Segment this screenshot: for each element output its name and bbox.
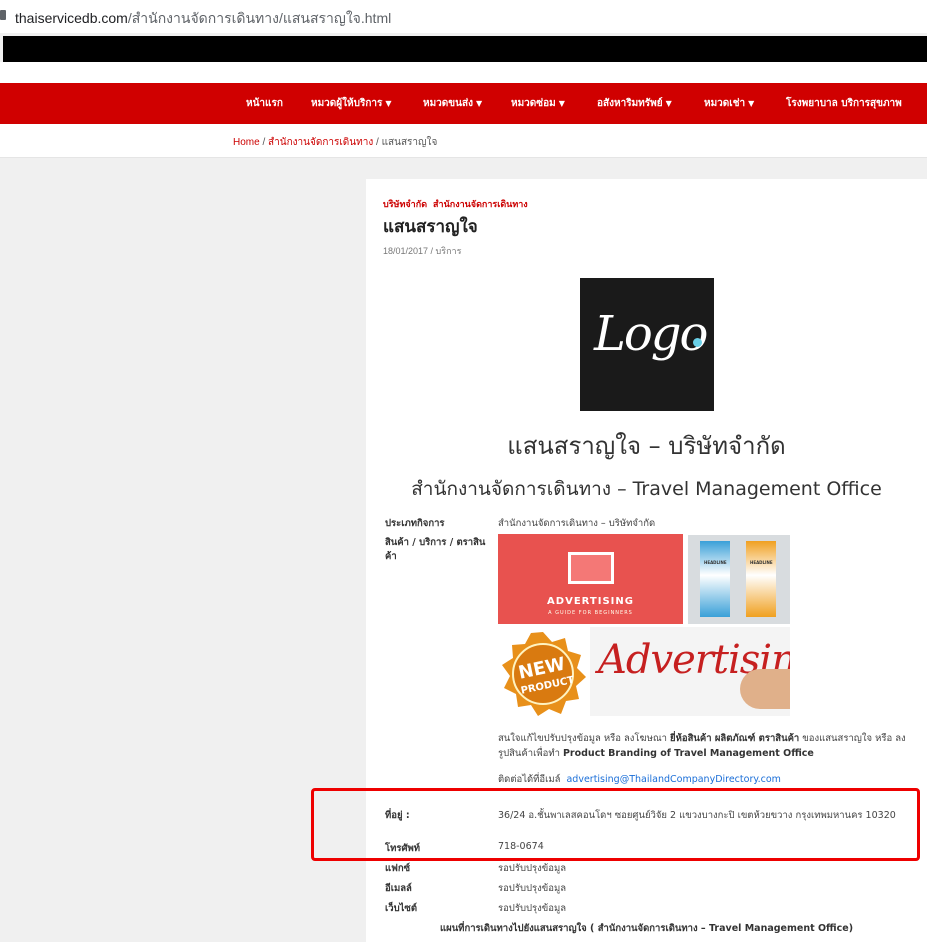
header-spacer xyxy=(0,62,927,83)
nav-item-repair[interactable]: หมวดซ่อม ▼ xyxy=(511,96,565,111)
url-text[interactable]: thaiservicedb.com/สำนักงานจัดการเดินทาง/… xyxy=(15,8,391,30)
ad-image-subcaption: A GUIDE FOR BEGINNERS xyxy=(548,610,633,616)
ad-image-caption: ADVERTISING xyxy=(547,596,634,607)
advertising-guide-image: ADVERTISING A GUIDE FOR BEGINNERS xyxy=(498,534,683,624)
company-heading: แสนสราญใจ – บริษัทจำกัด xyxy=(507,432,786,460)
caret-down-icon: ▼ xyxy=(385,99,392,108)
rollup-banner-image: HEADLINE HEADLINE xyxy=(688,535,790,624)
website-label: เว็บไซต์ xyxy=(385,903,418,914)
breadcrumb: Home / สำนักงานจัดการเดินทาง / แสนสราญใจ xyxy=(233,135,437,150)
post-meta: 18/01/2017 / บริการ xyxy=(383,246,462,256)
breadcrumb-bar: Home / สำนักงานจัดการเดินทาง / แสนสราญใจ xyxy=(0,124,927,158)
nav-item-real-estate[interactable]: อสังหาริมทรัพย์ ▼ xyxy=(597,96,672,111)
nav-item-home[interactable]: หน้าแรก xyxy=(246,96,283,111)
main-nav: หน้าแรก หมวดผู้ให้บริการ ▼ หมวดขนส่ง ▼ หมว… xyxy=(0,83,927,124)
caret-down-icon: ▼ xyxy=(558,99,565,108)
nav-item-label: หมวดขนส่ง xyxy=(423,98,473,109)
nav-item-label: โรงพยาบาล บริการสุขภาพ xyxy=(786,98,902,109)
page-title: แสนสราญใจ xyxy=(383,217,478,237)
category-link[interactable]: สำนักงานจัดการเดินทาง xyxy=(433,200,528,210)
email-value: รอปรับปรุงข้อมูล xyxy=(498,883,567,894)
contact-email-link[interactable]: advertising@ThailandCompanyDirectory.com xyxy=(566,774,780,785)
category-link[interactable]: บริษัทจำกัด xyxy=(383,200,427,210)
rollup-headline: HEADLINE xyxy=(750,560,773,565)
promo-text: สนใจแก้ไขปรับปรุงข้อมูล หรือ ลงโฆษณา xyxy=(498,733,671,744)
breadcrumb-category-link[interactable]: สำนักงานจัดการเดินทาง xyxy=(268,137,373,148)
promo-paragraph: สนใจแก้ไขปรับปรุงข้อมูล หรือ ลงโฆษณา ยี่… xyxy=(498,731,913,761)
rollup-banner-orange xyxy=(746,541,776,617)
nav-item-providers[interactable]: หมวดผู้ให้บริการ ▼ xyxy=(311,96,392,111)
map-section-title: แผนที่การเดินทางไปยังแสนสราญใจ ( สำนักงา… xyxy=(440,923,854,934)
redacted-bar xyxy=(3,36,927,62)
nav-item-transport[interactable]: หมวดขนส่ง ▼ xyxy=(423,96,482,111)
nav-item-rental[interactable]: หมวดเช่า ▼ xyxy=(704,96,754,111)
nav-item-label: หมวดเช่า xyxy=(704,98,746,109)
caret-down-icon: ▼ xyxy=(665,99,672,108)
business-type-value: สำนักงานจัดการเดินทาง – บริษัทจำกัด xyxy=(498,518,656,529)
url-domain: thaiservicedb.com xyxy=(15,10,128,26)
logo-wordmark: Logo xyxy=(594,306,708,362)
nav-item-label: หน้าแรก xyxy=(246,98,283,109)
lock-icon xyxy=(0,10,6,20)
promo-bold-text: Product Branding of Travel Management Of… xyxy=(562,748,814,759)
caret-down-icon: ▼ xyxy=(475,99,483,108)
fax-value: รอปรับปรุงข้อมูล xyxy=(498,863,567,874)
rollup-headline: HEADLINE xyxy=(704,560,727,565)
breadcrumb-home-link[interactable]: Home xyxy=(233,137,260,148)
highlight-box xyxy=(311,788,920,861)
promo-bold-text: ยี่ห้อสินค้า ผลิตภัณฑ์ ตราสินค้า xyxy=(670,733,800,744)
breadcrumb-separator: / xyxy=(376,137,379,148)
caret-down-icon: ▼ xyxy=(748,99,755,108)
hand-with-marker xyxy=(740,669,790,709)
advertising-handwriting-image: Advertising xyxy=(590,627,790,716)
contact-line: ติดต่อได้ที่อีเมล์ advertising@ThailandCo… xyxy=(498,772,781,787)
company-subheading: สำนักงานจัดการเดินทาง – Travel Managemen… xyxy=(411,478,882,500)
nav-item-label: หมวดผู้ให้บริการ xyxy=(311,98,383,109)
browser-address-bar[interactable]: thaiservicedb.com/สำนักงานจัดการเดินทาง/… xyxy=(0,0,927,33)
products-label: สินค้า / บริการ / ตราสินค้า xyxy=(385,537,486,562)
business-type-label: ประเภทกิจการ xyxy=(385,518,445,529)
nav-item-hospital[interactable]: โรงพยาบาล บริการสุขภาพ xyxy=(786,96,902,111)
megaphone-screen-icon xyxy=(568,552,614,584)
new-product-badge-image: NEW PRODUCT xyxy=(502,632,586,716)
url-path: /สำนักงานจัดการเดินทาง/แสนสราญใจ.html xyxy=(127,10,392,26)
website-value: รอปรับปรุงข้อมูล xyxy=(498,903,567,914)
breadcrumb-current: แสนสราญใจ xyxy=(381,137,438,148)
post-categories: บริษัทจำกัด สำนักงานจัดการเดินทาง xyxy=(383,197,534,211)
email-label: อีเมลล์ xyxy=(385,883,412,894)
nav-item-label: อสังหาริมทรัพย์ xyxy=(597,98,663,109)
rollup-banner-blue xyxy=(700,541,730,617)
fax-label: แฟกซ์ xyxy=(385,863,411,874)
breadcrumb-separator: / xyxy=(262,137,266,148)
contact-label: ติดต่อได้ที่อีเมล์ xyxy=(498,774,561,785)
logo-dot xyxy=(693,338,702,347)
company-logo-image: Logo xyxy=(580,278,714,411)
nav-item-label: หมวดซ่อม xyxy=(511,98,556,109)
